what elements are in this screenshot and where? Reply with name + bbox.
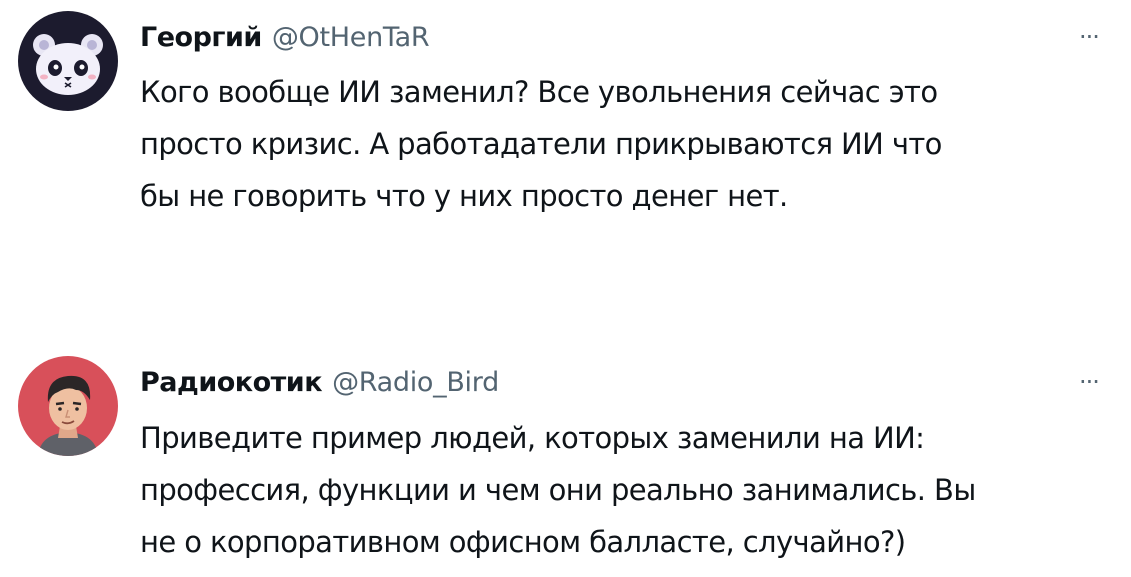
author-handle[interactable]: @OtHenTaR: [272, 22, 430, 53]
avatar[interactable]: [18, 11, 118, 111]
tweet-text: Приведите пример людей, которых заменили…: [140, 421, 976, 559]
tweet-header: Радиокотик @Radio_Bird: [140, 362, 499, 402]
panda-bear-avatar-icon: [18, 11, 118, 111]
tweet-text: Кого вообще ИИ заменил? Все увольнения с…: [140, 75, 942, 213]
more-options-icon[interactable]: ···: [1069, 367, 1109, 397]
cartoon-man-avatar-icon: [18, 356, 118, 456]
author-name[interactable]: Георгий: [140, 22, 262, 53]
author-handle[interactable]: @Radio_Bird: [332, 367, 499, 398]
author-name[interactable]: Радиокотик: [140, 367, 323, 398]
avatar[interactable]: [18, 356, 118, 456]
tweet-header: Георгий @OtHenTaR: [140, 17, 430, 57]
more-options-icon[interactable]: ···: [1069, 22, 1109, 52]
